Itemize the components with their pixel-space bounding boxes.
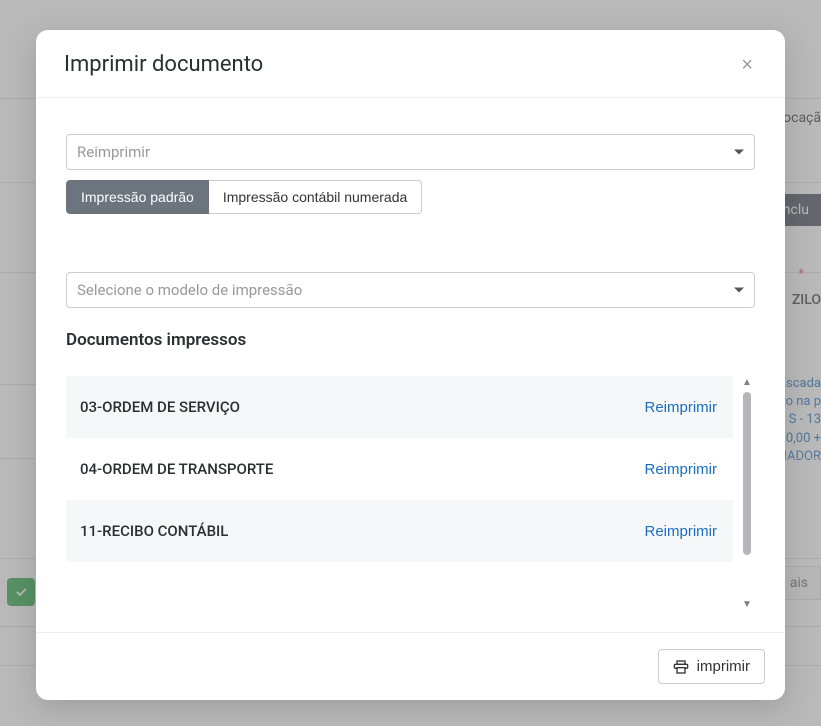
reprint-button[interactable]: Reimprimir	[645, 399, 718, 416]
scrollbar-thumb[interactable]	[743, 392, 751, 555]
modal-body: Reimprimir Impressão padrão Impressão co…	[36, 98, 785, 632]
documents-heading: Documentos impressos	[66, 330, 755, 350]
scrollbar-track[interactable]	[743, 392, 751, 596]
template-select-placeholder: Selecione o modelo de impressão	[77, 281, 302, 299]
print-button[interactable]: imprimir	[658, 649, 765, 684]
print-document-modal: Imprimir documento × Reimprimir Impressã…	[36, 30, 785, 700]
print-button-label: imprimir	[697, 658, 750, 675]
list-item: 03-ORDEM DE SERVIÇO Reimprimir	[66, 376, 733, 438]
chevron-down-icon	[734, 288, 744, 293]
chevron-down-icon	[734, 150, 744, 155]
modal-footer: imprimir	[36, 632, 785, 700]
documents-list: 03-ORDEM DE SERVIÇO Reimprimir 04-ORDEM …	[66, 376, 733, 612]
template-select[interactable]: Selecione o modelo de impressão	[66, 272, 755, 308]
scrollbar[interactable]: ▲ ▼	[739, 376, 755, 612]
reprint-select[interactable]: Reimprimir	[66, 134, 755, 170]
document-name: 11-RECIBO CONTÁBIL	[80, 522, 228, 540]
modal-title: Imprimir documento	[64, 52, 263, 77]
list-item: 11-RECIBO CONTÁBIL Reimprimir	[66, 500, 733, 562]
tab-impressao-contabil[interactable]: Impressão contábil numerada	[209, 180, 422, 214]
list-item: 04-ORDEM DE TRANSPORTE Reimprimir	[66, 438, 733, 500]
tab-impressao-padrao[interactable]: Impressão padrão	[66, 180, 209, 214]
scroll-down-icon[interactable]: ▼	[742, 600, 752, 610]
printer-icon	[673, 659, 689, 675]
document-name: 03-ORDEM DE SERVIÇO	[80, 398, 240, 416]
print-mode-toggle: Impressão padrão Impressão contábil nume…	[66, 180, 755, 214]
document-name: 04-ORDEM DE TRANSPORTE	[80, 460, 273, 478]
reprint-button[interactable]: Reimprimir	[645, 523, 718, 540]
documents-list-container: 03-ORDEM DE SERVIÇO Reimprimir 04-ORDEM …	[66, 376, 755, 612]
scroll-up-icon[interactable]: ▲	[742, 378, 752, 388]
modal-header: Imprimir documento ×	[36, 30, 785, 98]
reprint-button[interactable]: Reimprimir	[645, 461, 718, 478]
reprint-select-placeholder: Reimprimir	[77, 143, 150, 161]
close-button[interactable]: ×	[737, 55, 757, 75]
